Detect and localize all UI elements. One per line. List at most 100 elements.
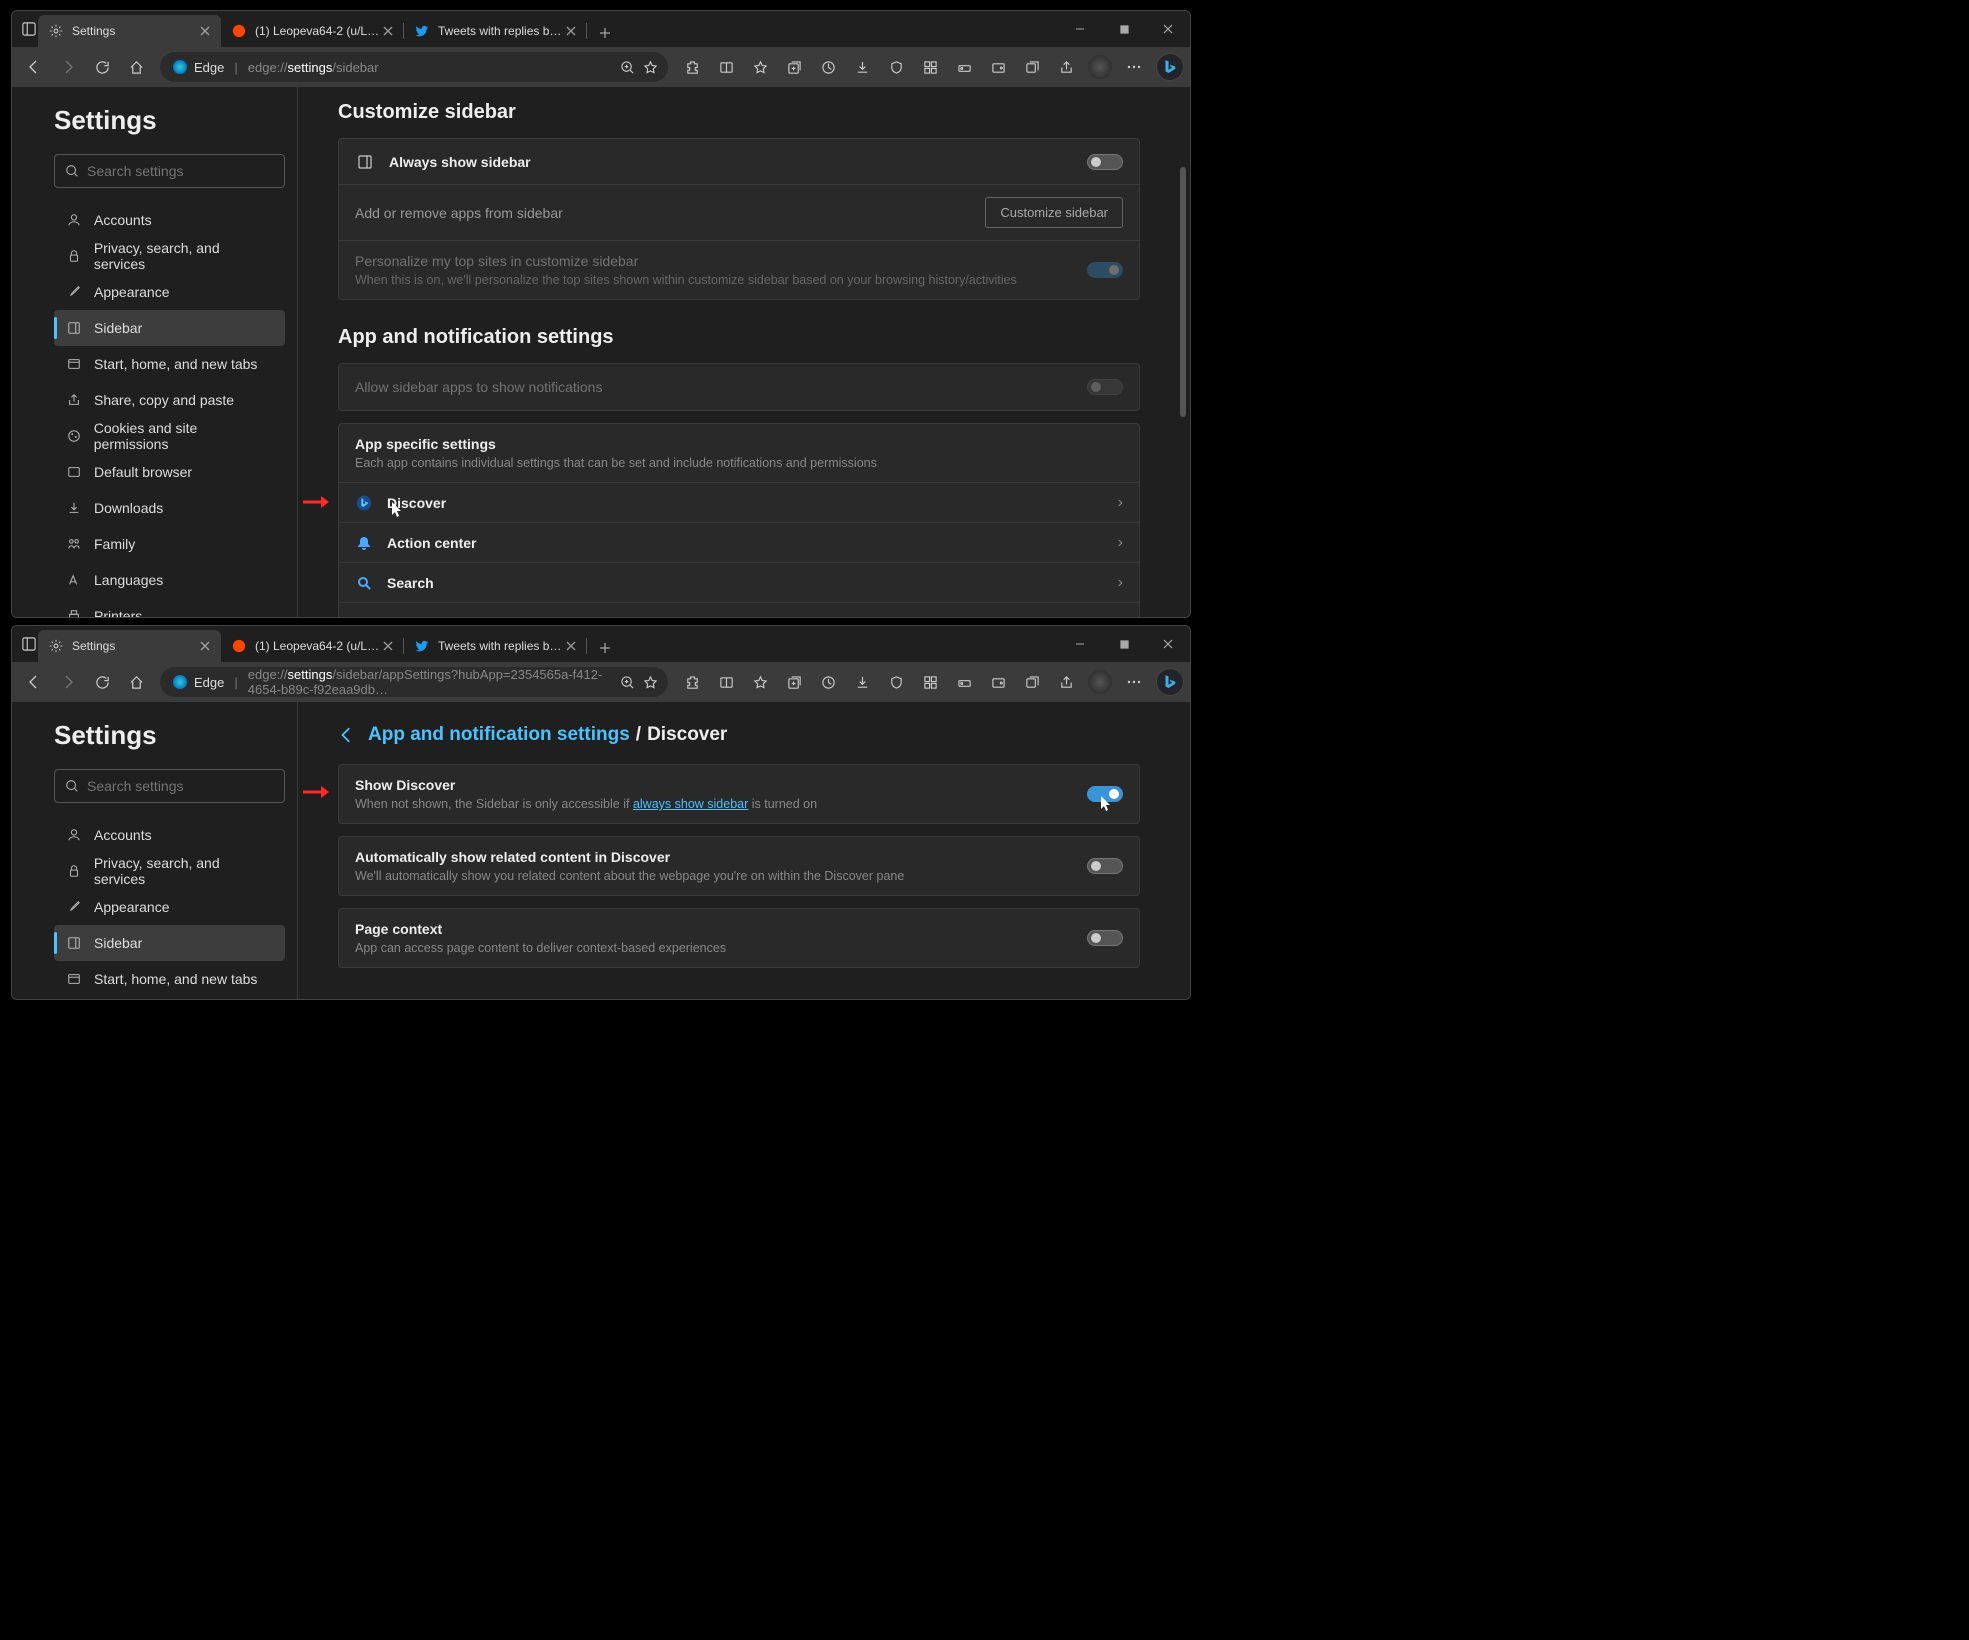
- app-row-tools[interactable]: Tools ›: [339, 603, 1139, 617]
- address-bar[interactable]: Edge | edge://settings/sidebar/appSettin…: [160, 667, 668, 697]
- search-input[interactable]: [87, 778, 274, 794]
- sidebar-item-sidebar[interactable]: Sidebar: [54, 925, 285, 961]
- show-discover-toggle[interactable]: [1087, 786, 1123, 802]
- minimize-button[interactable]: [1058, 11, 1102, 47]
- page-context-toggle[interactable]: [1087, 930, 1123, 946]
- tabs-other-icon[interactable]: [1016, 51, 1048, 83]
- more-icon[interactable]: [1118, 51, 1150, 83]
- collections-icon[interactable]: [778, 51, 810, 83]
- performance-icon[interactable]: [948, 51, 980, 83]
- app-row-action-center[interactable]: Action center ›: [339, 523, 1139, 563]
- sidebar-item-family[interactable]: Family: [54, 526, 285, 562]
- close-window-button[interactable]: [1146, 11, 1190, 47]
- tab-settings[interactable]: Settings: [38, 630, 221, 662]
- bing-sidebar-button[interactable]: [1156, 668, 1184, 696]
- split-screen-icon[interactable]: [710, 666, 742, 698]
- sidebar-item-share[interactable]: Share, copy and paste: [54, 382, 285, 418]
- back-arrow-icon[interactable]: [338, 726, 356, 744]
- search-settings[interactable]: [54, 154, 285, 188]
- share-icon[interactable]: [1050, 666, 1082, 698]
- wallet-icon[interactable]: [982, 51, 1014, 83]
- close-icon[interactable]: [380, 638, 396, 654]
- back-button[interactable]: [18, 666, 50, 698]
- shield-icon[interactable]: [880, 666, 912, 698]
- sidebar-item-printers[interactable]: Printers: [54, 598, 285, 617]
- maximize-button[interactable]: [1102, 11, 1146, 47]
- always-show-sidebar-toggle[interactable]: [1087, 154, 1123, 170]
- share-icon[interactable]: [1050, 51, 1082, 83]
- downloads-icon[interactable]: [846, 666, 878, 698]
- close-window-button[interactable]: [1146, 626, 1190, 662]
- refresh-button[interactable]: [86, 666, 118, 698]
- search-settings[interactable]: [54, 769, 285, 803]
- address-bar[interactable]: Edge | edge://settings/sidebar: [160, 52, 668, 82]
- sidebar-item-start[interactable]: Start, home, and new tabs: [54, 346, 285, 382]
- favorite-icon[interactable]: [643, 675, 658, 690]
- forward-button[interactable]: [52, 666, 84, 698]
- sidebar-item-cookies[interactable]: Cookies and site permissions: [54, 418, 285, 454]
- customize-sidebar-button[interactable]: Customize sidebar: [985, 197, 1123, 228]
- history-icon[interactable]: [812, 666, 844, 698]
- close-icon[interactable]: [563, 23, 579, 39]
- sidebar-item-privacy[interactable]: Privacy, search, and services: [54, 853, 285, 889]
- new-tab-button[interactable]: [591, 634, 619, 662]
- tab-actions-button[interactable]: [20, 626, 38, 662]
- sidebar-item-accounts[interactable]: Accounts: [54, 202, 285, 238]
- app-row-discover[interactable]: Discover ›: [339, 483, 1139, 523]
- profile-avatar[interactable]: [1084, 666, 1116, 698]
- search-input[interactable]: [87, 163, 274, 179]
- back-button[interactable]: [18, 51, 50, 83]
- auto-related-toggle[interactable]: [1087, 858, 1123, 874]
- maximize-button[interactable]: [1102, 626, 1146, 662]
- tab-settings[interactable]: Settings: [38, 15, 221, 47]
- favorites-icon[interactable]: [744, 51, 776, 83]
- tab-actions-button[interactable]: [20, 11, 38, 47]
- bing-sidebar-button[interactable]: [1156, 53, 1184, 81]
- breadcrumb-link[interactable]: App and notification settings: [368, 724, 630, 746]
- sidebar-item-downloads[interactable]: Downloads: [54, 490, 285, 526]
- more-icon[interactable]: [1118, 666, 1150, 698]
- close-icon[interactable]: [197, 638, 213, 654]
- sidebar-item-languages[interactable]: Languages: [54, 562, 285, 598]
- favorites-icon[interactable]: [744, 666, 776, 698]
- forward-button[interactable]: [52, 51, 84, 83]
- close-icon[interactable]: [380, 23, 396, 39]
- always-show-sidebar-link[interactable]: always show sidebar: [633, 797, 748, 811]
- tab-twitter[interactable]: Tweets with replies by Leopeva6: [404, 15, 587, 47]
- sidebar-item-privacy[interactable]: Privacy, search, and services: [54, 238, 285, 274]
- profile-avatar[interactable]: [1084, 51, 1116, 83]
- shield-icon[interactable]: [880, 51, 912, 83]
- new-tab-button[interactable]: [591, 19, 619, 47]
- home-button[interactable]: [120, 666, 152, 698]
- extensions-icon[interactable]: [676, 666, 708, 698]
- performance-icon[interactable]: [948, 666, 980, 698]
- close-icon[interactable]: [197, 23, 213, 39]
- sidebar-item-share[interactable]: Share, copy and paste: [54, 997, 285, 999]
- tabs-other-icon[interactable]: [1016, 666, 1048, 698]
- apps-icon[interactable]: [914, 666, 946, 698]
- sidebar-item-start[interactable]: Start, home, and new tabs: [54, 961, 285, 997]
- sidebar-item-default[interactable]: Default browser: [54, 454, 285, 490]
- sidebar-item-appearance[interactable]: Appearance: [54, 274, 285, 310]
- downloads-icon[interactable]: [846, 51, 878, 83]
- tab-twitter[interactable]: Tweets with replies by Leopeva6: [404, 630, 587, 662]
- refresh-button[interactable]: [86, 51, 118, 83]
- zoom-icon[interactable]: [620, 60, 635, 75]
- zoom-icon[interactable]: [620, 675, 635, 690]
- app-row-search[interactable]: Search ›: [339, 563, 1139, 603]
- minimize-button[interactable]: [1058, 626, 1102, 662]
- favorite-icon[interactable]: [643, 60, 658, 75]
- sidebar-item-accounts[interactable]: Accounts: [54, 817, 285, 853]
- home-button[interactable]: [120, 51, 152, 83]
- scrollbar[interactable]: [1180, 167, 1188, 607]
- extensions-icon[interactable]: [676, 51, 708, 83]
- apps-icon[interactable]: [914, 51, 946, 83]
- history-icon[interactable]: [812, 51, 844, 83]
- close-icon[interactable]: [563, 638, 579, 654]
- wallet-icon[interactable]: [982, 666, 1014, 698]
- tab-reddit[interactable]: (1) Leopeva64-2 (u/Leopeva64-2: [221, 15, 404, 47]
- sidebar-item-appearance[interactable]: Appearance: [54, 889, 285, 925]
- collections-icon[interactable]: [778, 666, 810, 698]
- tab-reddit[interactable]: (1) Leopeva64-2 (u/Leopeva64-2: [221, 630, 404, 662]
- split-screen-icon[interactable]: [710, 51, 742, 83]
